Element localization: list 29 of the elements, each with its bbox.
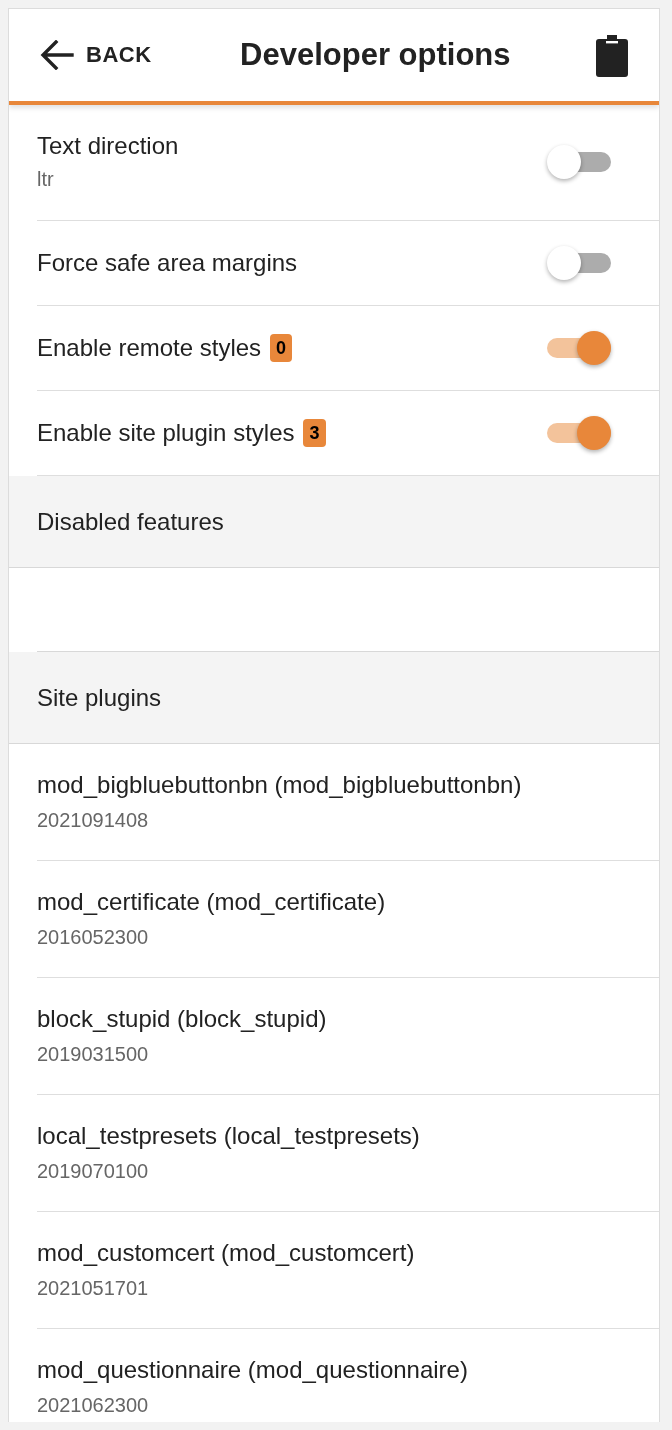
clipboard-icon[interactable] — [595, 33, 629, 77]
count-badge: 3 — [303, 419, 326, 447]
setting-value: ltr — [37, 168, 55, 191]
section-title: Disabled features — [37, 507, 224, 536]
plugin-version: 2019070100 — [37, 1159, 150, 1183]
count-badge: 0 — [270, 334, 293, 362]
back-arrow-icon — [40, 40, 74, 70]
page-title: Developer options — [239, 37, 512, 73]
section-title: Site plugins — [37, 683, 162, 712]
toggle-switch[interactable] — [547, 245, 611, 281]
plugin-name: mod_questionnaire (mod_questionnaire) — [37, 1355, 469, 1384]
plugin-version: 2021051701 — [37, 1276, 150, 1300]
setting-label: Enable remote styles — [37, 334, 262, 362]
setting-label: Text direction — [37, 132, 179, 160]
setting-label: Enable site plugin styles — [37, 419, 295, 447]
plugin-version: 2021091408 — [37, 808, 150, 832]
plugin-name: mod_certificate (mod_certificate) — [37, 887, 387, 916]
setting-label: Force safe area margins — [37, 249, 298, 277]
plugin-name: mod_customcert (mod_customcert) — [37, 1238, 416, 1267]
plugin-version: 2016052300 — [37, 925, 150, 949]
toggle-switch[interactable] — [547, 143, 611, 180]
toggle-switch[interactable] — [547, 330, 611, 366]
plugin-name: local_testpresets (local_testpresets) — [37, 1121, 421, 1150]
plugin-name: block_stupid (block_stupid) — [37, 1004, 328, 1033]
back-button[interactable]: BACK — [40, 40, 152, 70]
plugin-version: 2019031500 — [37, 1042, 150, 1066]
toggle-switch[interactable] — [547, 415, 611, 451]
plugin-version: 2021062300 — [37, 1393, 150, 1417]
plugin-name: mod_bigbluebuttonbn (mod_bigbluebuttonbn) — [37, 770, 523, 799]
